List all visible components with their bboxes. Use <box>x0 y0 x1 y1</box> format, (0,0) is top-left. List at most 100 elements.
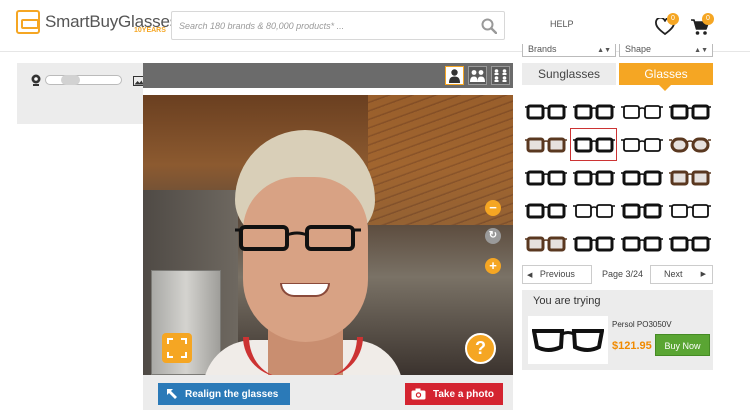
single-view-button[interactable] <box>445 66 464 85</box>
next-page-label: Next <box>664 269 683 279</box>
logo-glasses-icon <box>16 10 40 34</box>
glasses-frame-icon <box>668 203 711 218</box>
glasses-frame-icon <box>524 203 567 218</box>
take-photo-label: Take a photo <box>433 388 494 400</box>
frame-thumbnail[interactable] <box>522 194 569 227</box>
search-input[interactable] <box>172 12 472 39</box>
realign-arrow-icon <box>167 389 177 399</box>
logo-years: 10YEARS <box>134 27 166 34</box>
cart-count-badge: 0 <box>702 13 714 25</box>
frame-thumbnail[interactable] <box>618 128 665 161</box>
glasses-frame-icon <box>572 104 615 119</box>
search-box <box>171 11 505 40</box>
wishlist-count-badge: 0 <box>667 13 679 25</box>
active-tab-pointer <box>659 85 671 91</box>
previous-page-button[interactable]: ◀ Previous <box>522 265 592 284</box>
fullscreen-button[interactable] <box>162 333 192 363</box>
two-people-icon <box>470 70 485 82</box>
triangle-left-icon: ◀ <box>527 272 533 279</box>
shape-filter-label: Shape <box>625 44 652 54</box>
camera-panel <box>17 63 145 124</box>
frame-thumbnail[interactable] <box>618 95 665 128</box>
zoom-slider[interactable] <box>45 75 122 85</box>
take-photo-button[interactable]: Take a photo <box>405 383 503 405</box>
previous-page-label: Previous <box>539 269 575 279</box>
tab-sunglasses[interactable]: Sunglasses <box>522 63 616 85</box>
frame-thumbnail[interactable] <box>666 95 713 128</box>
frame-thumbnail[interactable] <box>666 227 713 260</box>
trying-panel: You are trying Persol PO3050V $121.95 Bu… <box>522 290 713 370</box>
realign-label: Realign the glasses <box>185 388 279 400</box>
frame-thumbnail[interactable] <box>570 161 617 194</box>
next-page-button[interactable]: Next ▶ <box>650 265 713 284</box>
try-on-photo[interactable]: − ↻ + ? <box>143 95 513 375</box>
glasses-frame-icon <box>572 170 615 185</box>
caret-icon: ▲▼ <box>694 47 708 54</box>
photo-action-bar: Realign the glasses Take a photo <box>143 375 513 410</box>
glasses-frame-icon <box>572 236 615 251</box>
glasses-frame-icon <box>668 137 711 152</box>
glasses-frame-icon <box>620 104 663 119</box>
frame-thumbnail[interactable] <box>666 128 713 161</box>
zoom-slider-thumb[interactable] <box>61 75 80 85</box>
frame-thumbnail[interactable] <box>666 194 713 227</box>
glasses-frame-icon <box>572 137 615 152</box>
shape-filter[interactable]: Shape ▲▼ <box>619 44 713 57</box>
trying-product-image[interactable] <box>528 316 608 364</box>
glasses-frame-icon <box>668 104 711 119</box>
page-indicator: Page 3/24 <box>601 269 644 279</box>
glasses-frame-icon <box>620 170 663 185</box>
frame-thumbnail[interactable] <box>570 227 617 260</box>
person-collar <box>243 337 363 375</box>
frame-thumbnail[interactable] <box>570 128 617 161</box>
cart-button[interactable]: 0 <box>690 13 714 36</box>
glasses-thumbnail-icon <box>532 329 604 352</box>
trying-product-price: $121.95 <box>612 340 652 352</box>
glasses-frame-icon <box>620 203 663 218</box>
realign-button[interactable]: Realign the glasses <box>158 383 290 405</box>
glasses-frame-icon <box>524 104 567 119</box>
frame-grid <box>522 95 713 260</box>
frame-thumbnail[interactable] <box>522 161 569 194</box>
buy-now-button[interactable]: Buy Now <box>655 334 710 356</box>
triangle-right-icon: ▶ <box>700 271 706 278</box>
search-icon[interactable] <box>481 18 497 34</box>
shrink-glasses-button[interactable]: − <box>485 200 501 216</box>
glasses-frame-icon <box>572 203 615 218</box>
trying-product-name[interactable]: Persol PO3050V <box>612 320 672 329</box>
trying-title: You are trying <box>533 295 601 307</box>
fullscreen-icon <box>167 338 187 358</box>
frame-thumbnail[interactable] <box>522 128 569 161</box>
frame-thumbnail[interactable] <box>618 161 665 194</box>
help-button[interactable]: ? <box>465 333 496 364</box>
frame-thumbnail[interactable] <box>666 161 713 194</box>
frame-thumbnail[interactable] <box>522 95 569 128</box>
virtual-glasses-overlay[interactable] <box>235 223 361 253</box>
glasses-frame-icon <box>620 236 663 251</box>
glasses-frame-icon <box>524 236 567 251</box>
frame-thumbnail[interactable] <box>570 95 617 128</box>
help-link[interactable]: HELP <box>550 19 574 29</box>
caret-icon: ▲▼ <box>597 47 611 54</box>
person-smile <box>280 283 330 297</box>
grid-people-icon <box>494 69 507 82</box>
grid-view-button[interactable] <box>491 66 510 85</box>
enlarge-glasses-button[interactable]: + <box>485 258 501 274</box>
person-icon <box>449 69 460 83</box>
frame-thumbnail[interactable] <box>618 227 665 260</box>
wishlist-button[interactable]: 0 <box>655 13 679 36</box>
frame-thumbnail[interactable] <box>522 227 569 260</box>
glasses-frame-icon <box>668 170 711 185</box>
frame-thumbnail[interactable] <box>570 194 617 227</box>
glasses-frame-icon <box>524 137 567 152</box>
rotate-glasses-button[interactable]: ↻ <box>485 228 501 244</box>
person-face <box>243 177 368 342</box>
webcam-icon[interactable] <box>30 74 42 86</box>
glasses-frame-icon <box>620 137 663 152</box>
brands-filter[interactable]: Brands ▲▼ <box>522 44 616 57</box>
pagination: ◀ Previous Page 3/24 Next ▶ <box>522 265 713 284</box>
compare-view-button[interactable] <box>468 66 487 85</box>
tab-glasses[interactable]: Glasses <box>619 63 713 85</box>
frame-thumbnail[interactable] <box>618 194 665 227</box>
brands-filter-label: Brands <box>528 44 557 54</box>
